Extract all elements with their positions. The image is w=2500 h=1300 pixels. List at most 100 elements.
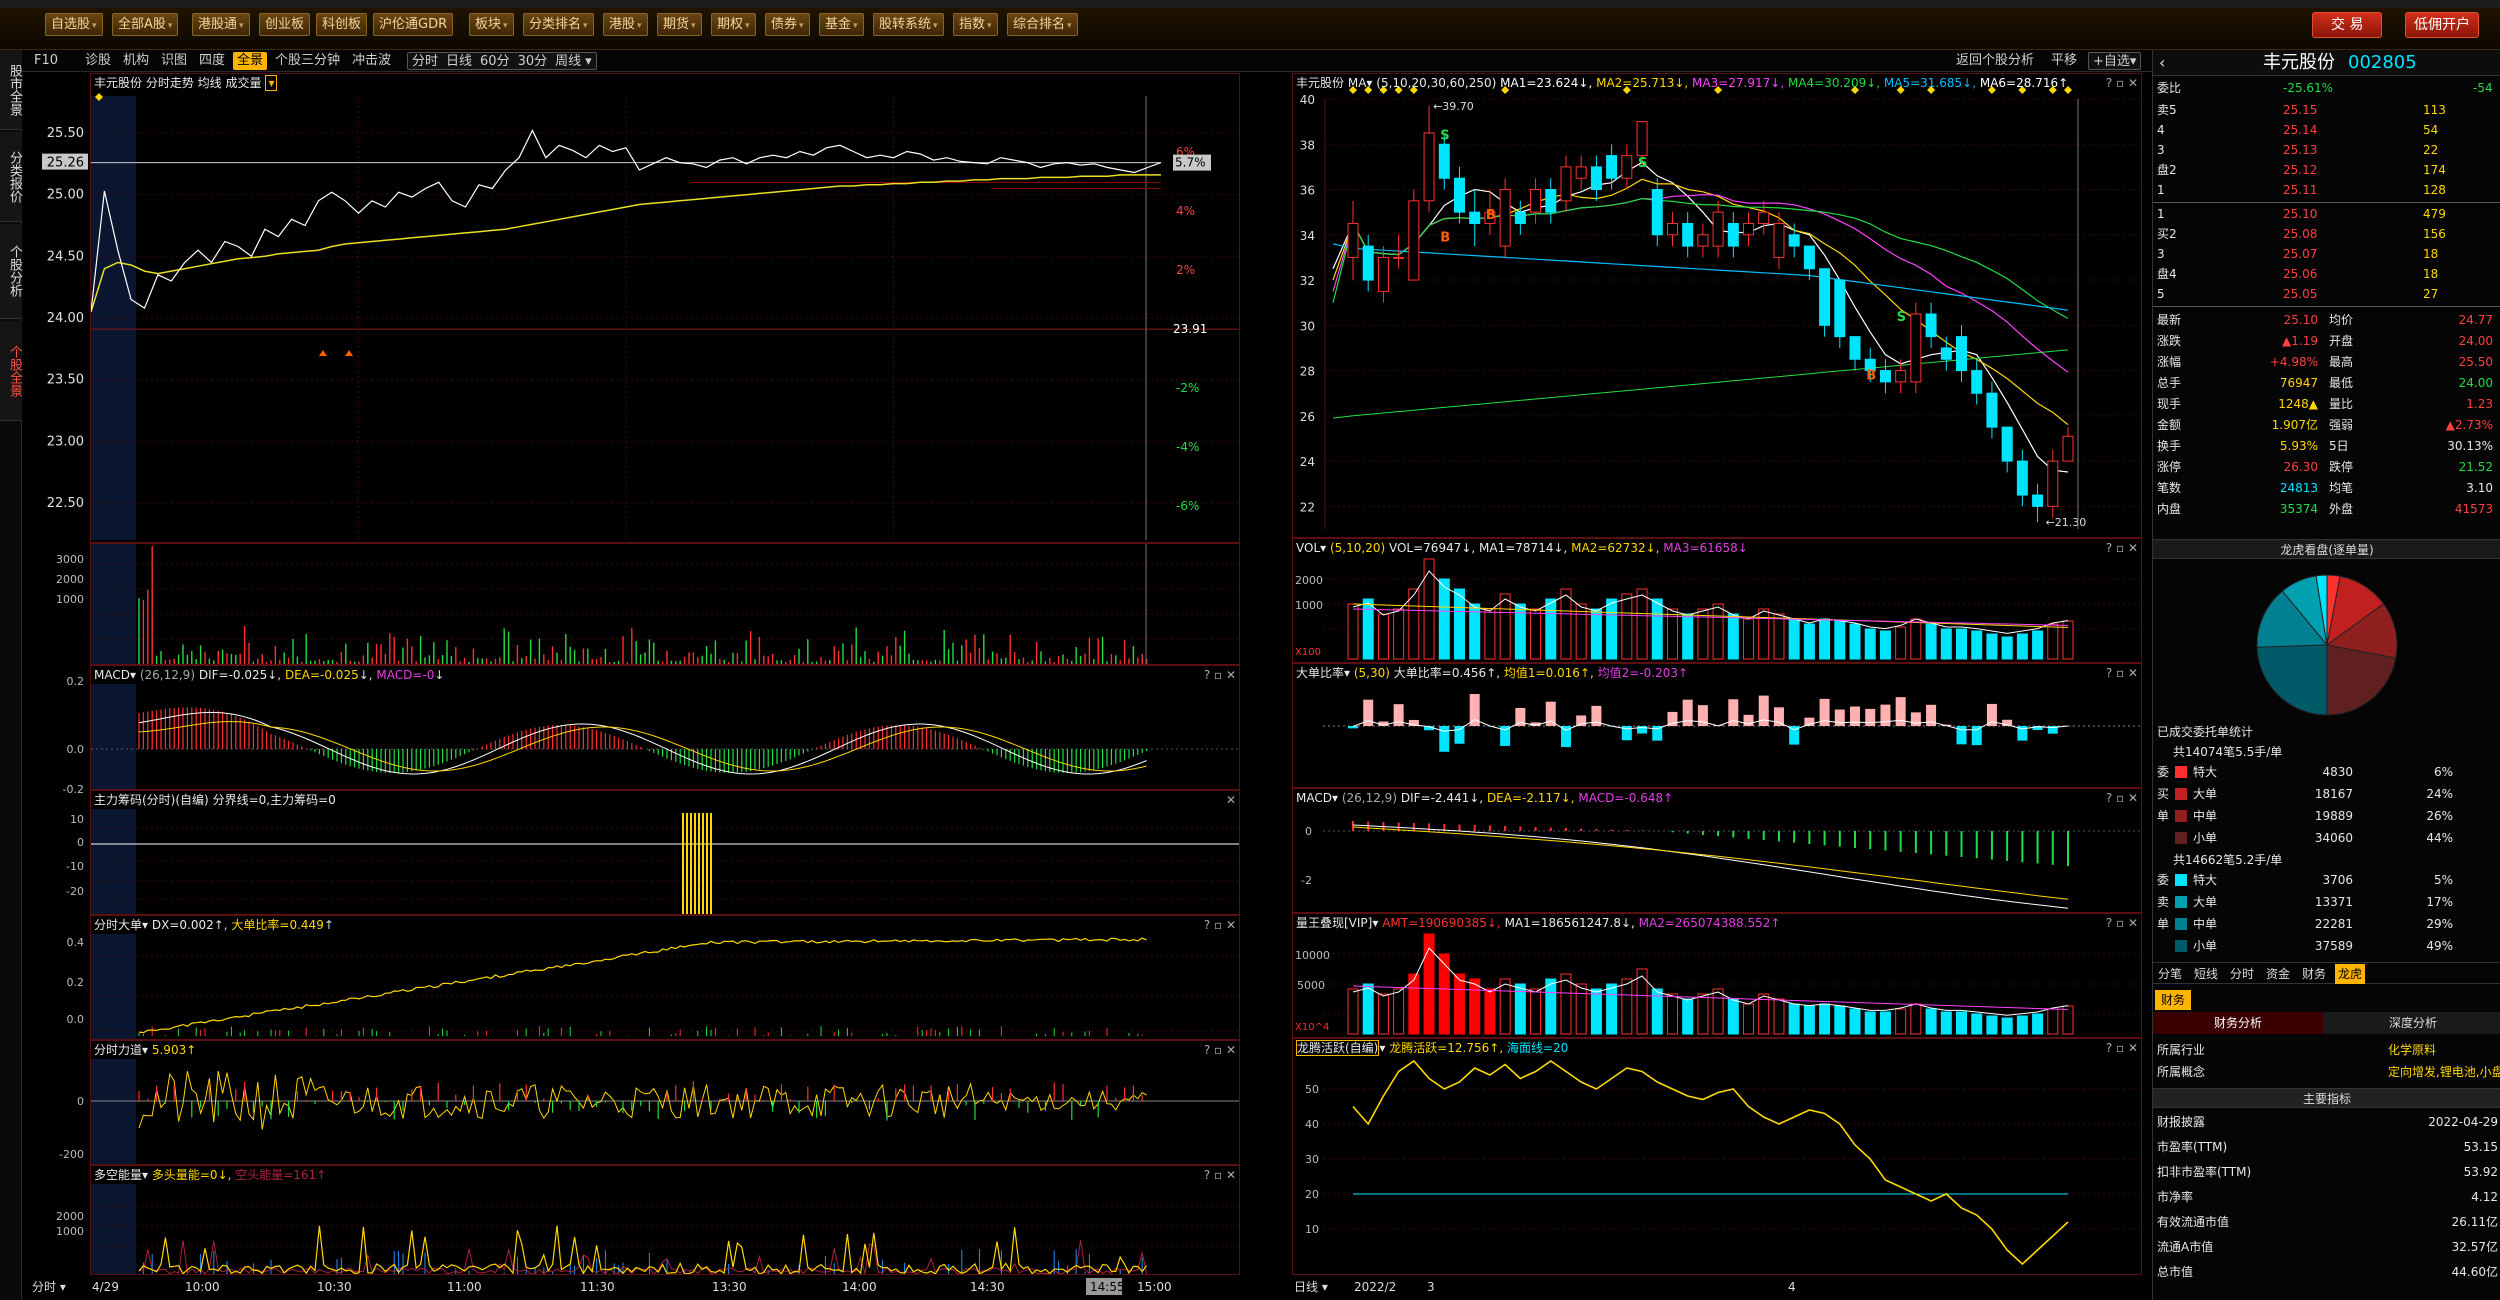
indicator-name[interactable]: 龙腾活跃(自编) [1296, 1040, 1380, 1056]
toolbar-item[interactable]: 债券 ▾ [765, 13, 810, 36]
toolbar-item[interactable]: 自选股 ▾ [45, 13, 103, 36]
period-tab-4[interactable]: 周线 [551, 54, 585, 69]
indicator-name[interactable]: 分时力道 [94, 1043, 142, 1057]
indicator-name[interactable]: 分时大单 [94, 918, 142, 932]
time-label[interactable]: 分时 ▾ [32, 1280, 66, 1294]
indicator-name[interactable]: VOL [1296, 541, 1320, 555]
indicator-name[interactable]: 大单比率 [1296, 666, 1344, 680]
ask-row[interactable]: 卖5 25.15 113 [2153, 100, 2500, 120]
sidebar-tab-1[interactable]: 短线 [2191, 964, 2221, 984]
force-chart[interactable] [91, 1041, 1240, 1165]
indicator-name[interactable]: MACD [94, 668, 130, 682]
entrust-pct: 24% [2426, 787, 2453, 801]
indicator-name[interactable]: MACD [1296, 791, 1332, 805]
intraday-dropdown-icon[interactable]: ▾ [265, 75, 278, 91]
ask-row[interactable]: 3 25.13 22 [2153, 140, 2500, 160]
toolbar-item[interactable]: 板块 ▾ [469, 13, 514, 36]
toolbar-item[interactable]: 全部A股 ▾ [112, 13, 179, 36]
back-to-analysis-link[interactable]: 返回个股分析 [1952, 52, 2038, 70]
open-account-button[interactable]: 低佣开户 [2405, 12, 2479, 38]
bid-row[interactable]: 5 25.05 27 [2153, 284, 2500, 304]
sidebar-tab-2[interactable]: 分时 [2227, 964, 2257, 984]
ask-row[interactable]: 盘2 25.12 174 [2153, 160, 2500, 180]
toolbar-item[interactable]: 港股通 ▾ [192, 13, 250, 36]
subtab-0[interactable]: F10 [30, 52, 62, 70]
panel-controls[interactable]: ? ▫ ✕ [2106, 74, 2138, 92]
bid-row[interactable]: 1 25.10 479 [2153, 204, 2500, 224]
ma-selector[interactable]: MA▾ [1348, 76, 1373, 90]
subtab-6[interactable]: 个股三分钟 [271, 52, 344, 70]
period-tab-3[interactable]: 30分 [514, 54, 552, 69]
subtab-2[interactable]: 机构 [119, 52, 153, 70]
panel-controls[interactable]: ? ▫ ✕ [2106, 1039, 2138, 1057]
toolbar-item[interactable]: 期货 ▾ [657, 13, 702, 36]
close-icon[interactable]: ✕ [1226, 791, 1236, 809]
sidebar-tab-0[interactable]: 分笔 [2155, 964, 2185, 984]
ask-row[interactable]: 1 25.11 128 [2153, 180, 2500, 200]
bigratio-chart[interactable] [1293, 664, 2142, 788]
subtab-7[interactable]: 冲击波 [348, 52, 395, 70]
watchlist-select[interactable]: +自选▾ [2088, 52, 2142, 70]
sidebar-tab-4[interactable]: 财务 [2299, 964, 2329, 984]
subtab-5[interactable]: 全景 [233, 52, 268, 70]
toolbar-item[interactable]: 创业板 [259, 13, 311, 36]
panel-controls[interactable]: ? ▫ ✕ [2106, 539, 2138, 557]
finance-value[interactable]: 定向增发,锂电池,小盘 [2388, 1062, 2500, 1082]
indicator-name[interactable]: 主力筹码(分时)(自编) [94, 793, 209, 807]
panel-controls[interactable]: ? ▫ ✕ [1204, 1041, 1236, 1059]
intraday-macd-chart[interactable] [91, 666, 1240, 790]
sidebar-tab-5[interactable]: 龙虎 [2335, 964, 2366, 984]
pan-toggle[interactable]: 平移 [2047, 52, 2081, 70]
bigorder-chart[interactable] [91, 916, 1240, 1040]
finance-tab[interactable]: 财务 [2155, 990, 2192, 1010]
toolbar-item[interactable]: 股转系统 ▾ [873, 13, 944, 36]
date-label[interactable]: 日线 ▾ [1294, 1280, 1328, 1294]
intraday-volume-chart[interactable] [91, 544, 1240, 665]
volking-chart[interactable]: 10000 5000 X10^4 [1293, 914, 2142, 1038]
left-nav-market-overview[interactable]: 股市全景 [0, 50, 22, 130]
toolbar-item[interactable]: 指数 ▾ [953, 13, 998, 36]
bid-row[interactable]: 买2 25.08 156 [2153, 224, 2500, 244]
amt-bar [1347, 988, 1359, 1035]
left-nav-stock-panorama[interactable]: 个股全景 [0, 321, 22, 421]
toolbar-item[interactable]: 期权 ▾ [711, 13, 756, 36]
panel-controls[interactable]: ? ▫ ✕ [1204, 666, 1236, 684]
intraday-chart[interactable]: 6%4%2%-2%-4%-6%23.915.7% [91, 74, 1240, 543]
deep-analysis-tab[interactable]: 深度分析 [2325, 1012, 2500, 1034]
period-tab-0[interactable]: 分时 [408, 54, 442, 69]
toolbar-item[interactable]: 基金 ▾ [819, 13, 864, 36]
dragon-chart[interactable]: 50 40 30 20 10 [1293, 1039, 2142, 1275]
chip-chart[interactable] [91, 791, 1240, 915]
daily-volume-chart[interactable]: 2000 1000 X100 [1293, 539, 2142, 663]
ask-row[interactable]: 4 25.14 54 [2153, 120, 2500, 140]
daily-macd-chart[interactable]: 0 -2 [1293, 789, 2142, 913]
panel-controls[interactable]: ? ▫ ✕ [1204, 916, 1236, 934]
subtab-3[interactable]: 识图 [157, 52, 191, 70]
left-nav-category-quotes[interactable]: 分类报价 [0, 132, 22, 222]
chevron-down-icon[interactable]: ▾ [585, 54, 596, 69]
toolbar-item[interactable]: 港股 ▾ [603, 13, 648, 36]
bid-row[interactable]: 盘4 25.06 18 [2153, 264, 2500, 284]
panel-controls[interactable]: ? ▫ ✕ [2106, 664, 2138, 682]
finance-value[interactable]: 化学原料 [2388, 1040, 2436, 1060]
subtab-1[interactable]: 诊股 [81, 52, 115, 70]
subtab-4[interactable]: 四度 [195, 52, 229, 70]
back-arrow-icon[interactable]: ‹ [2159, 50, 2165, 76]
kline-chart[interactable]: 40 38 36 34 32 30 28 26 24 22 S S S B B B ←39.70 ←21.30 [1293, 74, 2142, 538]
toolbar-item[interactable]: 综合排名 ▾ [1007, 13, 1078, 36]
left-nav-stock-analysis[interactable]: 个股分析 [0, 224, 22, 319]
toolbar-item[interactable]: 分类排名 ▾ [523, 13, 594, 36]
toolbar-item[interactable]: 科创板 [316, 13, 368, 36]
period-tab-2[interactable]: 60分 [476, 54, 514, 69]
finance-analysis-tab[interactable]: 财务分析 [2153, 1012, 2323, 1034]
period-tab-1[interactable]: 日线 [442, 54, 476, 69]
indicator-name[interactable]: 量王叠现[VIP] [1296, 916, 1372, 930]
panel-controls[interactable]: ? ▫ ✕ [2106, 789, 2138, 807]
bid-row[interactable]: 3 25.07 18 [2153, 244, 2500, 264]
trade-button[interactable]: 交 易 [2312, 12, 2383, 38]
toolbar-item[interactable]: 沪伦通GDR [373, 13, 454, 36]
panel-controls[interactable]: ? ▫ ✕ [1204, 1166, 1236, 1184]
panel-controls[interactable]: ? ▫ ✕ [2106, 914, 2138, 932]
indicator-name[interactable]: 多空能量 [94, 1168, 142, 1182]
sidebar-tab-3[interactable]: 资金 [2263, 964, 2293, 984]
